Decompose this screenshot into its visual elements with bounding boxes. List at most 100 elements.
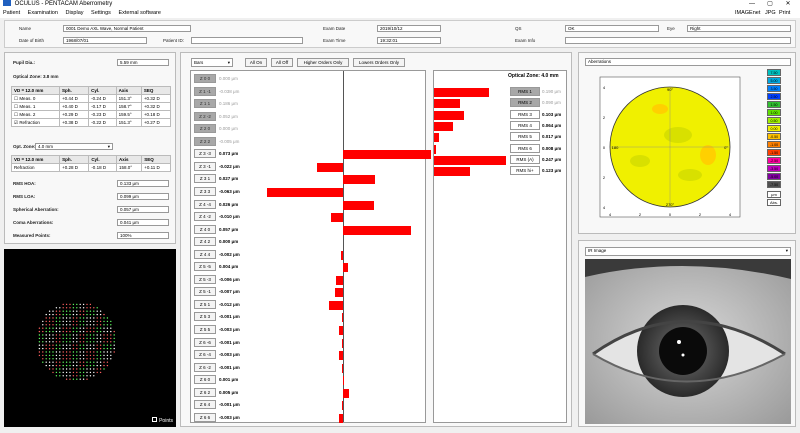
- menu-jpg[interactable]: JPG: [765, 9, 776, 18]
- zernike-bar: [343, 175, 376, 185]
- ir-image-select[interactable]: IR Image ▾: [585, 247, 791, 256]
- measurement-point: [55, 327, 58, 329]
- measurement-point: [99, 361, 102, 363]
- zernike-toggle-Z-0-0[interactable]: Z 0 0: [194, 74, 216, 83]
- zernike-toggle-Z-3-1[interactable]: Z 3 1: [194, 174, 216, 184]
- higher-orders-button[interactable]: Higher Orders Only: [297, 58, 349, 67]
- measurement-point: [59, 354, 61, 357]
- rms-toggle[interactable]: RMS 1: [510, 87, 540, 96]
- eye-field[interactable]: Right: [687, 25, 791, 32]
- measurement-point: [76, 371, 78, 374]
- zernike-toggle-Z-5--3[interactable]: Z 5 -3: [194, 274, 216, 284]
- zernike-toggle-Z-4--4[interactable]: Z 4 -4: [194, 199, 216, 209]
- rms-toggle[interactable]: RMS (A): [510, 154, 540, 164]
- zernike-value: 0.186 μm: [219, 101, 238, 107]
- zernike-toggle-Z-6-4[interactable]: Z 6 4: [194, 400, 216, 410]
- zernike-toggle-Z-2-2[interactable]: Z 2 2: [194, 136, 216, 146]
- name-field[interactable]: 0001 Demo AXL Wave, Normal Patient: [63, 25, 191, 32]
- lower-orders-button[interactable]: Lowers Orders Only: [353, 58, 405, 67]
- patient-id-field[interactable]: [191, 37, 303, 44]
- zernike-toggle-Z-6--4[interactable]: Z 6 -4: [194, 350, 216, 360]
- menu-print[interactable]: Print: [779, 9, 790, 18]
- checkbox[interactable]: ☐: [14, 112, 18, 117]
- measurement-point: [59, 337, 61, 340]
- scale-swatch: 1.50: [767, 101, 781, 108]
- table-row[interactable]: ☐ Meas. 1 +0.40 D -0.17 D 158.7° +0.32 D: [11, 102, 172, 111]
- zernike-toggle-Z-3-3[interactable]: Z 3 3: [194, 186, 216, 196]
- qs-field[interactable]: OK: [565, 25, 659, 32]
- zernike-toggle-Z-4-4[interactable]: Z 4 4: [194, 249, 216, 259]
- dob-field[interactable]: 1968/07/01: [63, 37, 147, 44]
- aberrations-select[interactable]: Aberrations: [585, 58, 791, 66]
- checkbox-checked[interactable]: ☑: [14, 120, 18, 125]
- zernike-toggle-Z-2-0[interactable]: Z 2 0: [194, 124, 216, 134]
- measurement-point: [76, 303, 78, 306]
- table-row[interactable]: ☐ Meas. 0 +0.44 D -0.24 D 151.3° +0.32 D: [11, 94, 172, 103]
- col-seq: SEQ: [141, 155, 171, 164]
- rms-toggle[interactable]: RMS 4: [510, 120, 540, 130]
- measurement-point: [86, 344, 88, 346]
- menu-examination[interactable]: Examination: [28, 10, 58, 16]
- view-select[interactable]: Bars ▾: [191, 58, 233, 67]
- table-row[interactable]: ☑ Refraction +0.38 D -0.22 D 151.3° +0.2…: [11, 118, 172, 127]
- measurement-point: [65, 337, 68, 340]
- zernike-toggle-Z-5--5[interactable]: Z 5 -5: [194, 262, 216, 272]
- measurement-point: [86, 307, 88, 309]
- minimize-button[interactable]: —: [744, 0, 760, 9]
- zernike-toggle-Z-1-1[interactable]: Z 1 1: [194, 99, 216, 109]
- zernike-toggle-Z-2--2[interactable]: Z 2 -2: [194, 111, 216, 121]
- menu-imagenet[interactable]: IMAGEnet: [735, 9, 760, 18]
- points-toggle[interactable]: Points: [152, 417, 173, 424]
- menu-settings[interactable]: Settings: [91, 10, 111, 16]
- all-on-button[interactable]: All On: [245, 58, 267, 67]
- measurement-point: [103, 313, 105, 316]
- zernike-toggle-Z-3--3[interactable]: Z 3 -3: [194, 149, 216, 159]
- measurement-point: [62, 375, 64, 377]
- opt-zone-select[interactable]: 4.0 mm ▾: [35, 143, 113, 150]
- exam-date-field[interactable]: 2019/10/12: [377, 25, 441, 32]
- zernike-toggle-Z-4-0[interactable]: Z 4 0: [194, 224, 216, 234]
- zernike-toggle-Z-5-1[interactable]: Z 5 1: [194, 299, 216, 309]
- measurement-point: [79, 330, 81, 333]
- measurement-points-plot: [38, 303, 115, 380]
- zernike-toggle-Z-6-0[interactable]: Z 6 0: [194, 375, 216, 385]
- zernike-toggle-Z-6-6[interactable]: Z 6 6: [194, 412, 216, 422]
- zernike-toggle-Z-1--1[interactable]: Z 1 -1: [194, 86, 216, 96]
- measurement-point: [110, 341, 112, 343]
- zernike-toggle-Z-6-2[interactable]: Z 6 2: [194, 387, 216, 397]
- seq-value: +0.32 D: [140, 102, 172, 111]
- checkbox[interactable]: ☐: [14, 104, 18, 109]
- zernike-toggle-Z-4--2[interactable]: Z 4 -2: [194, 212, 216, 222]
- zernike-toggle-Z-5-3[interactable]: Z 5 3: [194, 312, 216, 322]
- zernike-toggle-Z-4-2[interactable]: Z 4 2: [194, 237, 216, 247]
- measurement-point: [93, 361, 95, 363]
- rms-toggle[interactable]: RMS 6: [510, 143, 540, 153]
- measurement-point: [42, 358, 44, 360]
- maximize-button[interactable]: ▢: [762, 0, 778, 9]
- rms-toggle[interactable]: RMS 5: [510, 132, 540, 142]
- scale-mode-button[interactable]: Abs.: [767, 199, 781, 206]
- zernike-toggle-Z-5--1[interactable]: Z 5 -1: [194, 287, 216, 297]
- zernike-toggle-Z-5-5[interactable]: Z 5 5: [194, 325, 216, 334]
- all-off-button[interactable]: All Off: [271, 58, 293, 67]
- exam-time-field[interactable]: 19:32:01: [377, 37, 441, 44]
- zernike-toggle-Z-6--2[interactable]: Z 6 -2: [194, 362, 216, 372]
- checkbox[interactable]: ☐: [14, 96, 18, 101]
- zernike-toggle-Z-3--1[interactable]: Z 3 -1: [194, 161, 216, 171]
- menu-display[interactable]: Display: [65, 10, 83, 16]
- rms-toggle[interactable]: RMS 2: [510, 98, 540, 108]
- measurement-point: [96, 368, 98, 370]
- measurement-point: [99, 334, 102, 336]
- menu-external-software[interactable]: External software: [118, 10, 161, 16]
- rms-toggle[interactable]: RMS hi+: [510, 166, 540, 176]
- measurement-point: [42, 361, 44, 363]
- table-row[interactable]: ☐ Meas. 2 +0.29 D -0.23 D 159.5° +0.18 D: [11, 110, 172, 119]
- zernike-toggle-Z-6--6[interactable]: Z 6 -6: [194, 337, 216, 347]
- measurement-point: [59, 351, 61, 353]
- rms-toggle[interactable]: RMS 3: [510, 109, 540, 119]
- axis-value: 158.0°: [115, 163, 143, 172]
- menu-patient[interactable]: Patient: [3, 10, 20, 16]
- close-button[interactable]: ✕: [780, 0, 796, 9]
- exam-info-field[interactable]: [565, 37, 791, 44]
- axis-label-right: 0°: [724, 145, 728, 150]
